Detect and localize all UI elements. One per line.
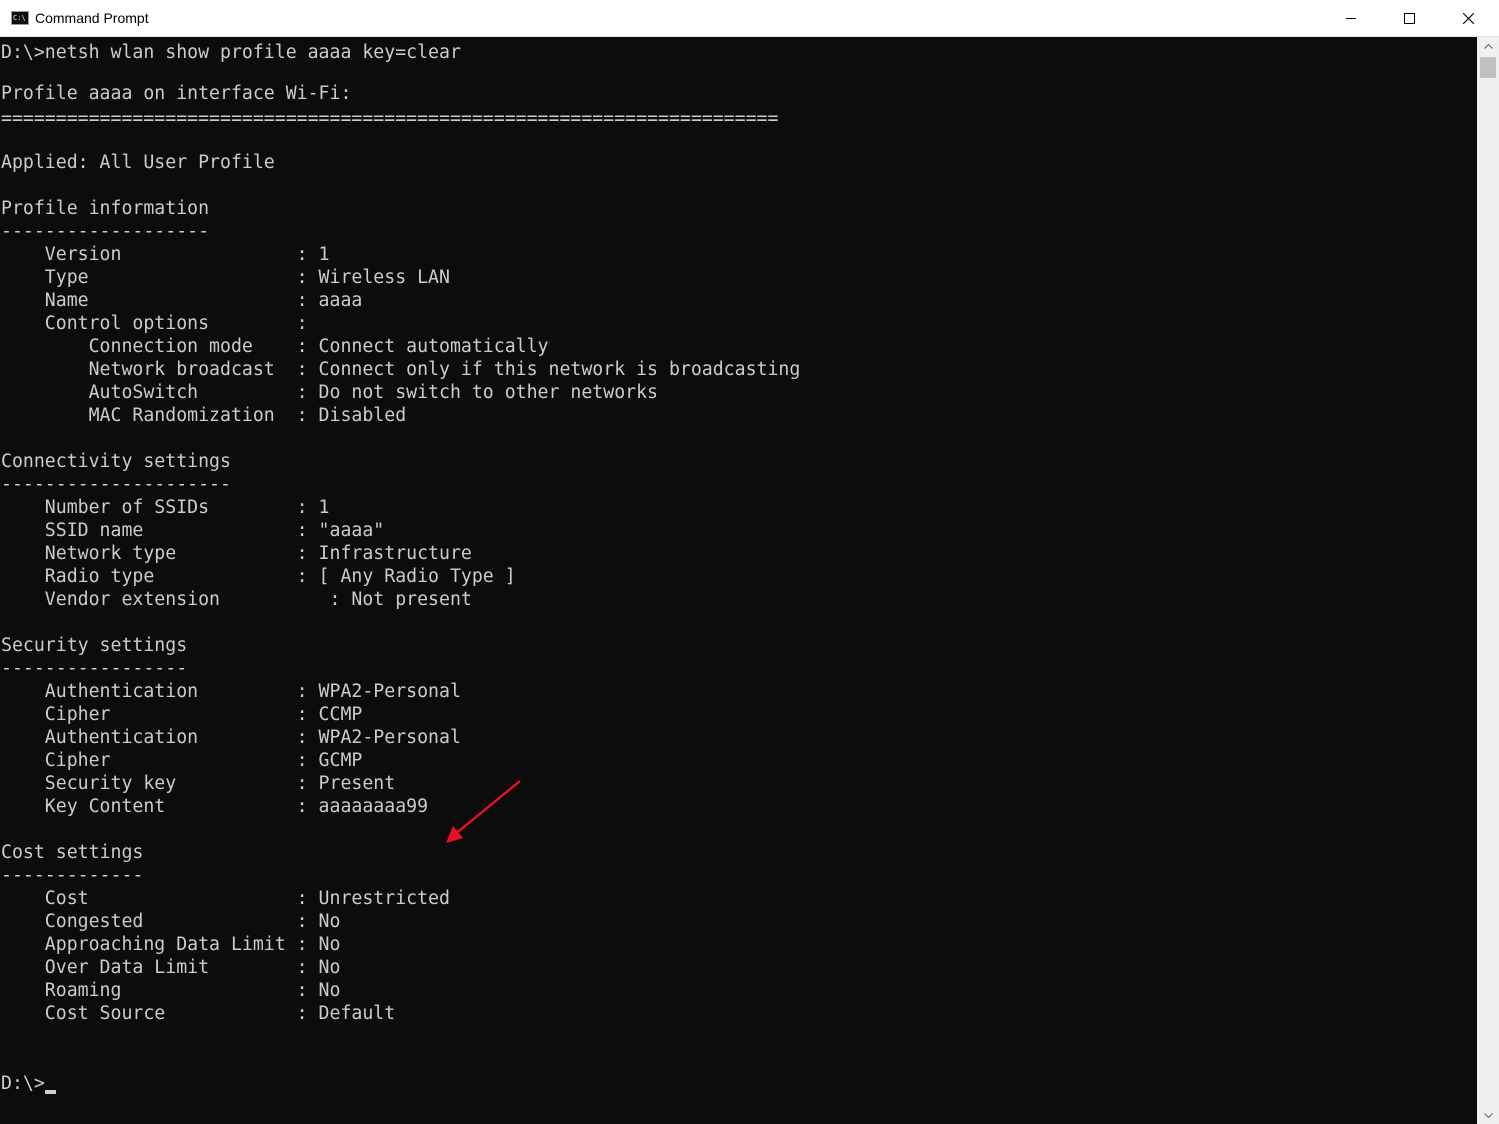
console-line: Cost settings — [1, 842, 144, 863]
console-line: Over Data Limit : No — [1, 957, 341, 978]
close-button[interactable] — [1439, 0, 1497, 36]
scroll-up-button[interactable] — [1477, 37, 1499, 55]
console-line: ========================================… — [1, 108, 779, 129]
console-line: Cipher : CCMP — [1, 704, 363, 725]
console-line: --------------------- — [1, 474, 231, 495]
console-line: Congested : No — [1, 911, 341, 932]
title-bar[interactable]: C:\ Command Prompt — [0, 0, 1499, 37]
console-line: MAC Randomization : Disabled — [1, 405, 407, 426]
console-line: Cost Source : Default — [1, 1003, 396, 1024]
scroll-down-button[interactable] — [1477, 1106, 1499, 1124]
console-output[interactable]: D:\>netsh wlan show profile aaaa key=cle… — [0, 37, 1477, 1124]
console-line: Profile aaaa on interface Wi-Fi: — [1, 83, 352, 104]
maximize-button[interactable] — [1380, 0, 1438, 36]
console-line: Security key : Present — [1, 773, 396, 794]
close-icon — [1462, 12, 1474, 24]
console-line: ------------- — [1, 865, 144, 886]
console-line: Control options : — [1, 313, 308, 334]
console-line: Network type : Infrastructure — [1, 543, 472, 564]
console-line: ------------------- — [1, 221, 210, 242]
chevron-up-icon — [1483, 43, 1493, 49]
console-line: ----------------- — [1, 658, 188, 679]
console-line: SSID name : "aaaa" — [1, 520, 385, 541]
minimize-icon — [1345, 17, 1356, 19]
command-prompt-window: C:\ Command Prompt D:\>netsh wlan show p… — [0, 0, 1499, 1124]
console-line: Vendor extension : Not present — [1, 589, 472, 610]
console-line: Profile information — [1, 198, 210, 219]
window-title: Command Prompt — [35, 10, 149, 26]
console-line: Type : Wireless LAN — [1, 267, 450, 288]
vertical-scrollbar[interactable] — [1477, 37, 1499, 1124]
console-line: Applied: All User Profile — [1, 152, 275, 173]
console-line: Key Content : aaaaaaaa99 — [1, 796, 429, 817]
console-line: AutoSwitch : Do not switch to other netw… — [1, 382, 658, 403]
cmd-icon: C:\ — [11, 11, 29, 25]
console-line: Authentication : WPA2-Personal — [1, 727, 461, 748]
console-line: Name : aaaa — [1, 290, 363, 311]
console-line: Security settings — [1, 635, 188, 656]
console-line: Approaching Data Limit : No — [1, 934, 341, 955]
console-line: Radio type : [ Any Radio Type ] — [1, 566, 516, 587]
console-line: Authentication : WPA2-Personal — [1, 681, 461, 702]
red-arrow-icon — [446, 780, 521, 843]
minimize-button[interactable] — [1322, 0, 1380, 36]
console-line: Cost : Unrestricted — [1, 888, 450, 909]
console-line: Roaming : No — [1, 980, 341, 1001]
console-line: Connectivity settings — [1, 451, 231, 472]
console-line: D:\>netsh wlan show profile aaaa key=cle… — [1, 42, 461, 63]
chevron-down-icon — [1483, 1112, 1493, 1118]
console-line: Connection mode : Connect automatically — [1, 336, 549, 357]
console-line: Number of SSIDs : 1 — [1, 497, 330, 518]
maximize-icon — [1403, 12, 1415, 24]
console-line: Network broadcast : Connect only if this… — [1, 359, 801, 380]
command-prompt-line: D:\> — [1, 1073, 45, 1094]
scroll-thumb[interactable] — [1480, 57, 1496, 78]
console-line: Cipher : GCMP — [1, 750, 363, 771]
text-cursor — [45, 1090, 56, 1094]
console-line: Version : 1 — [1, 244, 330, 265]
